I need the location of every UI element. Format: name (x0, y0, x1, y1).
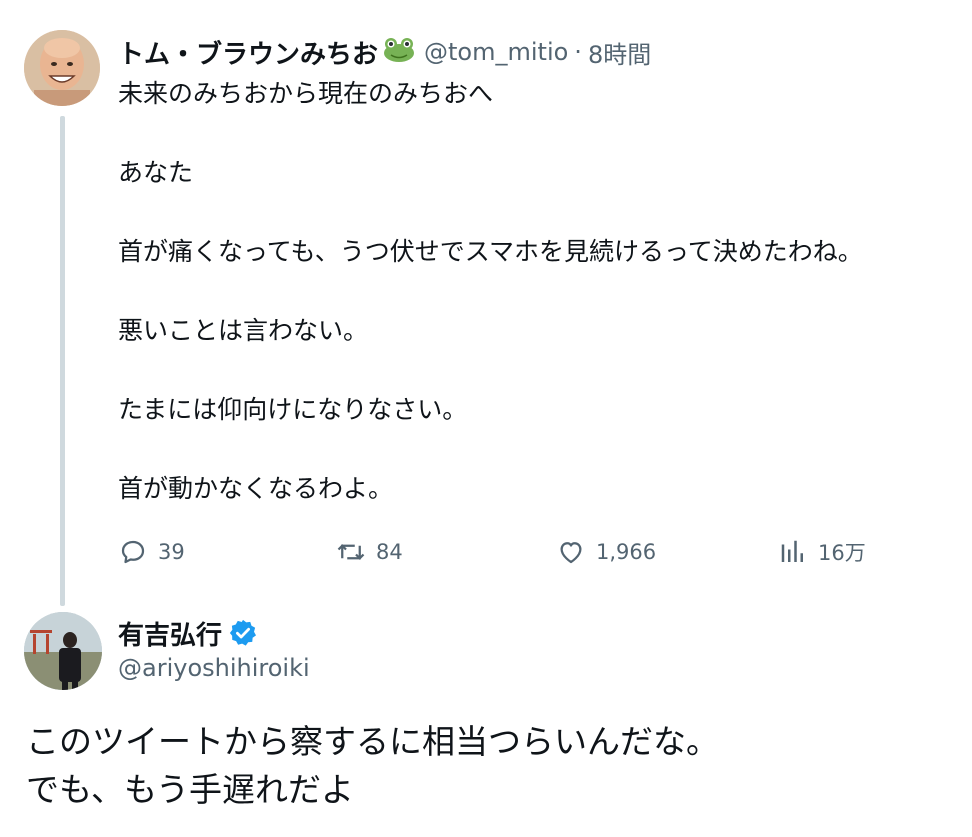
user-handle[interactable]: @ariyoshihiroiki (118, 654, 310, 682)
avatar-ariyoshi[interactable] (24, 612, 102, 690)
reply-text: このツイートから察するに相当つらいんだな。 でも、もう手遅れだよ (26, 718, 966, 814)
reply-button[interactable]: 39 (118, 532, 185, 572)
display-name[interactable]: トム・ブラウンみちお (118, 34, 378, 71)
retweet-count: 84 (376, 540, 403, 564)
views-icon (781, 540, 803, 562)
frog-emoji-icon (382, 37, 416, 67)
tweet-line: 首が痛くなっても、うつ伏せでスマホを見続けるって決めたわね。 (118, 237, 863, 266)
tweet-actions: 39 84 1,966 16万 (118, 532, 898, 572)
timestamp[interactable]: 8時間 (588, 35, 651, 70)
retweet-button[interactable]: 84 (336, 532, 403, 572)
tweet-text: 未来のみちおから現在のみちおへ あなた 首が痛くなっても、うつ伏せでスマホを見続… (118, 78, 968, 505)
views-count: 16万 (818, 541, 866, 565)
like-button[interactable]: 1,966 (556, 532, 656, 572)
tweet-line: あなた (118, 158, 194, 187)
display-name[interactable]: 有吉弘行 (118, 615, 222, 652)
reply-header: 有吉弘行 (118, 614, 258, 652)
views-button[interactable]: 16万 (778, 532, 866, 572)
reply-count: 39 (158, 540, 185, 564)
like-icon (560, 542, 582, 564)
tweet-header: トム・ブラウンみちお @tom_mitio · 8時間 (118, 32, 651, 72)
tweet-line: 未来のみちおから現在のみちおへ (118, 79, 494, 108)
verified-badge-icon (229, 619, 257, 646)
like-count: 1,966 (596, 540, 657, 564)
reply-line: このツイートから察するに相当つらいんだな。 (26, 722, 719, 761)
reply-icon (121, 540, 145, 564)
user-handle[interactable]: @tom_mitio (424, 38, 568, 66)
tweet-line: たまには仰向けになりなさい。 (118, 395, 468, 424)
reply-line: でも、もう手遅れだよ (26, 770, 355, 809)
tweet-line: 首が動かなくなるわよ。 (118, 474, 394, 503)
tweet-line: 悪いことは言わない。 (118, 316, 369, 345)
retweet-icon (337, 544, 365, 560)
thread-connector-line (60, 116, 65, 606)
separator-dot: · (574, 38, 582, 66)
avatar-tom-mitio[interactable] (24, 30, 100, 106)
